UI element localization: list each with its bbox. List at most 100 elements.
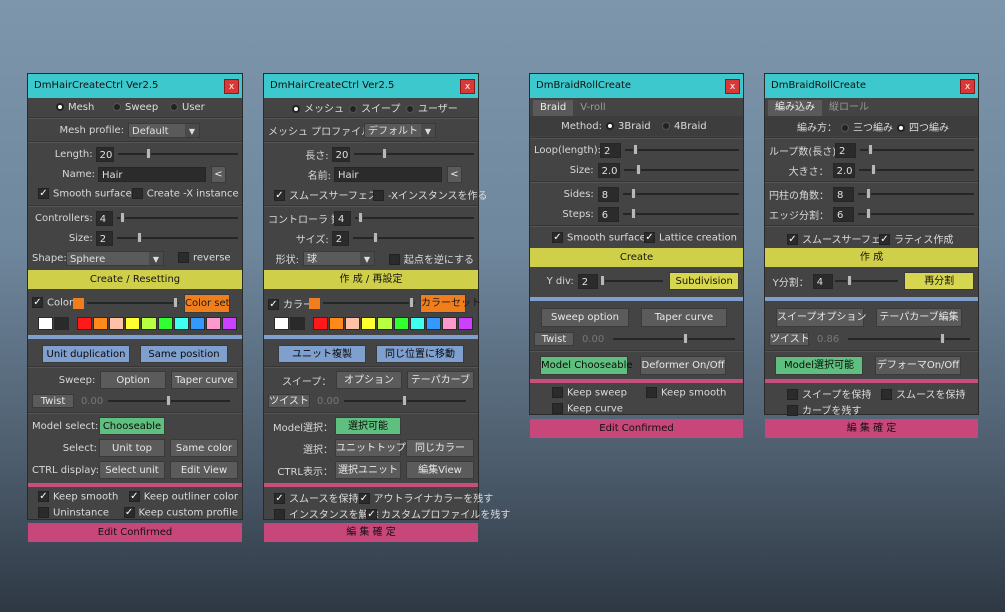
size-slider[interactable] xyxy=(117,231,238,245)
select-unit-button[interactable]: 選択ユニット xyxy=(335,461,401,479)
swatch-yellow[interactable] xyxy=(125,316,141,330)
swatch-white[interactable] xyxy=(274,316,290,330)
method-radio-3braid[interactable]: 三つ編み xyxy=(841,119,897,134)
taper-curve-button[interactable]: テーパカーブ xyxy=(406,371,474,389)
uninstance-checkbox[interactable]: インスタンスを解除 xyxy=(274,506,379,521)
steps-field[interactable]: 6 xyxy=(833,206,855,222)
create-x-instance-checkbox[interactable]: -Xインスタンスを作る xyxy=(373,187,488,202)
sides-field[interactable]: 8 xyxy=(597,186,620,202)
controllers-slider[interactable] xyxy=(117,211,238,225)
reverse-checkbox[interactable]: 起点を逆にする xyxy=(388,251,474,266)
name-pick-button[interactable]: < xyxy=(211,165,226,183)
keep-smooth-checkbox[interactable]: ✓ Keep smooth xyxy=(38,491,129,503)
model-chooseable-button[interactable]: Model Chooseable xyxy=(540,355,633,375)
color-set-button[interactable]: Color set xyxy=(184,293,230,313)
subdivision-button[interactable]: Subdivision xyxy=(669,272,739,290)
swatch-lime[interactable] xyxy=(141,316,157,330)
create-button[interactable]: Create xyxy=(530,248,743,267)
size-field[interactable]: 2.0 xyxy=(597,162,620,178)
loop-field[interactable]: 2 xyxy=(835,142,857,158)
steps-field[interactable]: 6 xyxy=(597,206,620,222)
mode-radio-user[interactable]: ユーザー xyxy=(406,100,458,115)
swatch-peach[interactable] xyxy=(345,316,361,330)
color-checkbox[interactable]: ✓ カラー xyxy=(268,296,313,311)
twist-button[interactable]: ツイスト xyxy=(268,394,310,408)
shape-dropdown[interactable]: 球 ▼ xyxy=(303,250,375,266)
mode-radio-mesh[interactable]: メッシュ xyxy=(292,100,349,115)
twist-field[interactable]: 0.00 xyxy=(78,394,108,409)
subdivision-button[interactable]: 再分割 xyxy=(904,272,974,290)
same-color-button[interactable]: Same color xyxy=(170,439,238,457)
length-field[interactable]: 20 xyxy=(331,146,350,162)
name-pick-button[interactable]: < xyxy=(447,165,462,183)
mode-radio-sweep[interactable]: スイープ xyxy=(349,100,406,115)
sides-slider[interactable] xyxy=(858,187,974,201)
close-button[interactable]: x xyxy=(960,79,975,94)
swatch-purple[interactable] xyxy=(221,316,237,330)
loop-slider[interactable] xyxy=(625,143,739,157)
keep-sweep-checkbox[interactable]: スイープを保持 xyxy=(787,386,881,401)
swatch-green[interactable] xyxy=(157,316,173,330)
twist-button[interactable]: Twist xyxy=(534,332,574,346)
swatch-cyan[interactable] xyxy=(409,316,425,330)
swatch-red[interactable] xyxy=(313,316,329,330)
same-color-button[interactable]: 同じカラー xyxy=(406,439,474,457)
method-radio-4braid[interactable]: 4Braid xyxy=(662,121,707,132)
create-resetting-button[interactable]: Create / Resetting xyxy=(28,270,242,289)
swatch-orange[interactable] xyxy=(329,316,345,330)
keep-smooth-checkbox[interactable]: ✓ スムースを保持 xyxy=(274,490,359,505)
window-title-bar[interactable]: DmHairCreateCtrl Ver2.5 x xyxy=(28,74,242,98)
controllers-slider[interactable] xyxy=(355,211,474,225)
length-slider[interactable] xyxy=(117,147,238,161)
size-slider[interactable] xyxy=(623,163,739,177)
deformer-toggle-button[interactable]: デフォーマOn/Off xyxy=(875,355,961,375)
ydiv-slider[interactable] xyxy=(834,274,899,288)
ydiv-field[interactable]: 2 xyxy=(577,273,598,289)
uninstance-checkbox[interactable]: Uninstance xyxy=(38,507,124,519)
swatch-lime[interactable] xyxy=(377,316,393,330)
keep-sweep-checkbox[interactable]: Keep sweep xyxy=(552,387,646,399)
swatch-red[interactable] xyxy=(77,316,93,330)
tab-braid[interactable]: Braid xyxy=(533,100,574,116)
close-button[interactable]: x xyxy=(460,79,475,94)
twist-slider[interactable] xyxy=(344,394,466,408)
create-resetting-button[interactable]: 作 成 / 再設定 xyxy=(264,270,478,289)
twist-field[interactable]: 0.00 xyxy=(314,394,344,409)
sweep-option-button[interactable]: Sweep option xyxy=(541,307,629,327)
keep-outliner-checkbox[interactable]: ✓ Keep outliner color xyxy=(128,491,238,503)
edit-confirmed-button[interactable]: Edit Confirmed xyxy=(28,523,242,542)
sweep-option-button[interactable]: Option xyxy=(100,371,166,389)
profile-dropdown[interactable]: Default ▼ xyxy=(128,122,200,138)
keep-custom-profile-checkbox[interactable]: ✓ Keep custom profile xyxy=(123,507,238,519)
close-button[interactable]: x xyxy=(725,79,740,94)
tab-v-roll[interactable]: 縦ロール xyxy=(822,100,876,116)
mode-radio-user[interactable]: User xyxy=(170,102,205,113)
select-unit-button[interactable]: Select unit xyxy=(99,461,165,479)
ydiv-field[interactable]: 4 xyxy=(812,273,833,289)
length-field[interactable]: 20 xyxy=(95,146,114,162)
unit-duplication-button[interactable]: Unit duplication xyxy=(42,345,130,363)
edit-view-button[interactable]: Edit View xyxy=(170,461,238,479)
swatch-green[interactable] xyxy=(393,316,409,330)
method-radio-3braid[interactable]: 3Braid xyxy=(606,121,662,132)
keep-custom-profile-checkbox[interactable]: ✓ カスタムプロファイルを残す xyxy=(366,506,510,521)
sweep-option-button[interactable]: オプション xyxy=(336,371,402,389)
keep-curve-checkbox[interactable]: Keep curve xyxy=(552,403,623,415)
twist-field[interactable]: 0.00 xyxy=(579,332,609,347)
color-slider[interactable] xyxy=(323,296,415,310)
name-field[interactable]: Hair xyxy=(98,166,206,182)
size-slider[interactable] xyxy=(858,163,974,177)
taper-curve-button[interactable]: Taper curve xyxy=(641,307,727,327)
taper-curve-button[interactable]: テーパカーブ編集 xyxy=(876,307,962,327)
sweep-option-button[interactable]: スイープオプション xyxy=(776,307,866,327)
model-chooseable-button[interactable]: Model選択可能 xyxy=(775,355,863,375)
lattice-creation-checkbox[interactable]: ✓ ラティス作成 xyxy=(879,231,953,246)
name-field[interactable]: Hair xyxy=(334,166,442,182)
keep-smooth-checkbox[interactable]: スムースを保持 xyxy=(881,386,966,401)
method-radio-4braid[interactable]: 四つ編み xyxy=(897,119,949,134)
swatch-cyan[interactable] xyxy=(173,316,189,330)
sides-field[interactable]: 8 xyxy=(833,186,855,202)
close-button[interactable]: x xyxy=(224,79,239,94)
profile-dropdown[interactable]: デフォルト ▼ xyxy=(364,122,436,138)
window-title-bar[interactable]: DmBraidRollCreate x xyxy=(530,74,743,98)
